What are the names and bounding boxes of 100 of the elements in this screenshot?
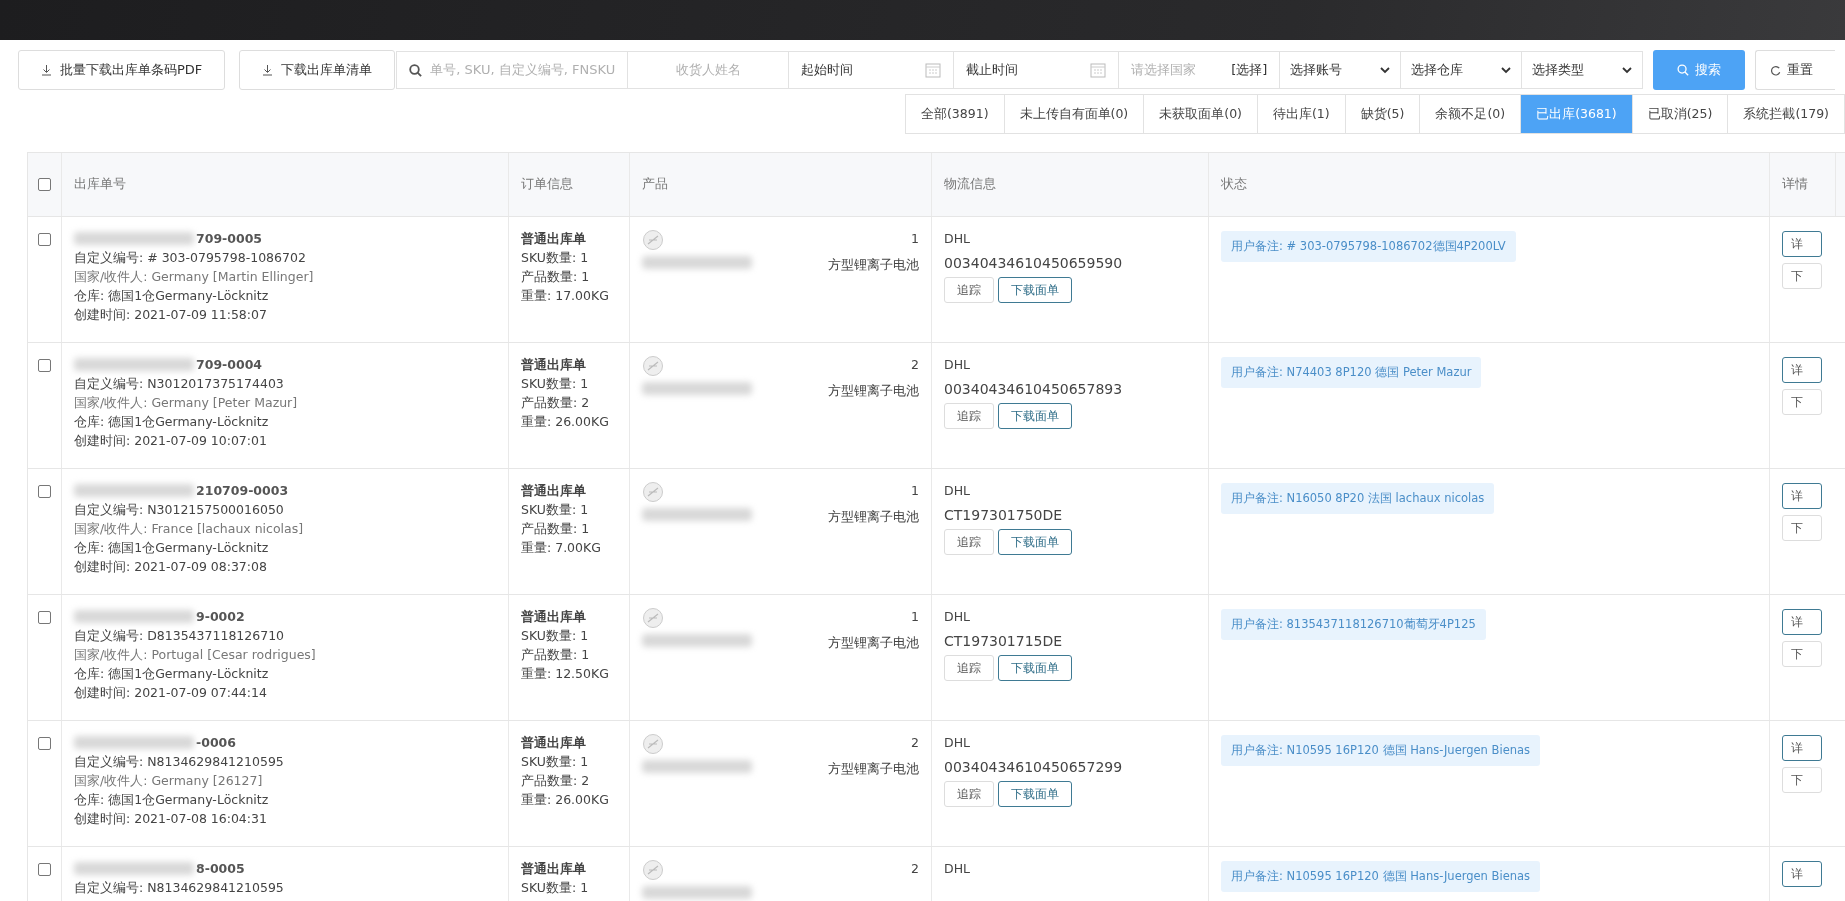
track-button[interactable]: 追踪 [944, 655, 994, 681]
download-label-button[interactable]: 下载面单 [998, 403, 1072, 429]
filter-tab[interactable]: 待出库(1) [1256, 94, 1346, 134]
product-count: 产品数量: 1 [521, 268, 591, 286]
row-checkbox[interactable] [38, 233, 51, 246]
dropdown-select[interactable]: 选择类型 [1521, 51, 1644, 89]
product-count: 产品数量: 1 [521, 520, 591, 538]
no-image-icon [642, 859, 664, 881]
sku-count: SKU数量: 1 [521, 249, 590, 267]
filter-tab[interactable]: 未获取面单(0) [1143, 94, 1258, 134]
user-note-tag: 用户备注: N16050 8P20 法国 lachaux nicolas [1221, 483, 1495, 514]
download-button[interactable]: 下 [1782, 641, 1822, 667]
download-label-button[interactable]: 下载面单 [998, 277, 1072, 303]
filter-tab[interactable]: 全部(3891) [904, 94, 1005, 134]
details-button[interactable]: 详 [1782, 357, 1822, 383]
reset-button[interactable]: 重置 [1755, 50, 1836, 90]
calendar-icon [1090, 62, 1107, 78]
custom-number: 自定义编号: N8134629841210595 [74, 879, 285, 897]
row-checkbox[interactable] [38, 485, 51, 498]
created-time: 创建时间: 2021-07-08 16:04:31 [74, 810, 268, 828]
track-button[interactable]: 追踪 [944, 529, 994, 555]
quantity-text: 1 [910, 608, 919, 626]
bulk-download-button[interactable]: 批量下载出库单条码PDF [18, 50, 226, 90]
warehouse-text: 仓库: 德国1仓Germany-Löcknitz [74, 665, 270, 683]
created-time: 创建时间: 2021-07-09 11:58:07 [74, 306, 268, 324]
details-button[interactable]: 详 [1782, 231, 1822, 257]
row-checkbox[interactable] [38, 737, 51, 750]
quantity-text: 1 [910, 482, 919, 500]
details-button[interactable]: 详 [1782, 609, 1822, 635]
sku-count: SKU数量: 1 [521, 375, 590, 393]
no-image-icon [642, 355, 664, 377]
download-label-button[interactable]: 下载面单 [998, 655, 1072, 681]
tracking-number: CT197301750DE [944, 506, 1064, 525]
track-button[interactable]: 追踪 [944, 277, 994, 303]
no-image-icon [642, 607, 664, 629]
created-time: 创建时间: 2021-07-09 07:44:14 [74, 684, 268, 702]
order-number: 709-0004 [196, 356, 263, 374]
filter-tab[interactable]: 已取消(25) [1631, 94, 1729, 134]
download-button[interactable]: 下 [1782, 515, 1822, 541]
row-checkbox[interactable] [38, 611, 51, 624]
select-all-checkbox[interactable] [38, 178, 51, 191]
track-button[interactable]: 追踪 [944, 781, 994, 807]
carrier-name: DHL [944, 734, 971, 752]
warehouse-text: 仓库: 德国1仓Germany-Löcknitz [74, 539, 270, 557]
row-checkbox[interactable] [38, 863, 51, 876]
product-count: 产品数量: 2 [521, 394, 591, 412]
search-icon [409, 63, 423, 77]
weight-text: 重量: 7.00KG [521, 539, 602, 557]
weight-text: 重量: 12.50KG [521, 665, 610, 683]
download-label-button[interactable]: 下载面单 [998, 529, 1072, 555]
details-button[interactable]: 详 [1782, 483, 1822, 509]
no-image-icon [642, 229, 664, 251]
order-type: 普通出库单 [521, 356, 587, 374]
order-number: 8-0005 [196, 860, 245, 878]
row-checkbox[interactable] [38, 359, 51, 372]
download-label-button[interactable]: 下载面单 [998, 781, 1072, 807]
filter-tab[interactable]: 系统拦截(179) [1727, 94, 1845, 134]
column-header: 物流信息 [944, 176, 996, 193]
no-image-icon [642, 733, 664, 755]
country-field[interactable]: 请选择国家 [选择] [1118, 51, 1281, 89]
download-button[interactable]: 下 [1782, 263, 1822, 289]
download-list-button[interactable]: 下载出库单清单 [239, 50, 396, 90]
download-button[interactable]: 下 [1782, 767, 1822, 793]
tracking-number: 00340434610450657893 [944, 380, 1124, 399]
download-button[interactable]: 下 [1782, 389, 1822, 415]
product-name: 方型锂离子电池 [828, 256, 919, 274]
search-icon [1677, 64, 1690, 76]
custom-number: 自定义编号: N3012157500016050 [74, 501, 285, 519]
details-button[interactable]: 详 [1782, 735, 1822, 761]
filter-tab[interactable]: 缺货(5) [1344, 94, 1421, 134]
carrier-name: DHL [944, 230, 971, 248]
filter-tab[interactable]: 余额不足(0) [1419, 94, 1522, 134]
end-time-field[interactable]: 截止时间 [953, 51, 1120, 89]
column-header: 出库单号 [74, 176, 126, 193]
calendar-icon [925, 62, 942, 78]
carrier-name: DHL [944, 356, 971, 374]
sku-count: SKU数量: 1 [521, 879, 590, 897]
caret-icon [1380, 66, 1391, 74]
tracking-number: CT197301715DE [944, 632, 1064, 651]
dropdown-select[interactable]: 选择仓库 [1400, 51, 1523, 89]
caret-icon [1622, 66, 1633, 74]
download-icon [262, 64, 274, 76]
details-button[interactable]: 详 [1782, 861, 1822, 887]
product-count: 产品数量: 1 [521, 646, 591, 664]
created-time: 创建时间: 2021-07-09 10:07:01 [74, 432, 268, 450]
recipient-text: 国家/收件人: Germany [Peter Mazur] [74, 394, 299, 412]
dropdown-select[interactable]: 选择账号 [1279, 51, 1402, 89]
created-time: 创建时间: 2021-07-09 08:37:08 [74, 558, 268, 576]
weight-text: 重量: 26.00KG [521, 791, 610, 809]
filter-tab[interactable]: 未上传自有面单(0) [1003, 94, 1145, 134]
track-button[interactable]: 追踪 [944, 403, 994, 429]
recipient-text: 国家/收件人: Germany [Martin Ellinger] [74, 268, 315, 286]
start-time-field[interactable]: 起始时间 [788, 51, 955, 89]
quantity-text: 1 [910, 230, 919, 248]
order-type: 普通出库单 [521, 734, 587, 752]
column-header: 产品 [642, 176, 668, 193]
custom-number: 自定义编号: N8134629841210595 [74, 753, 285, 771]
select-link[interactable]: [选择] [1231, 61, 1268, 79]
custom-number: 自定义编号: D8135437118126710 [74, 627, 286, 645]
order-number: 709-0005 [196, 230, 263, 248]
